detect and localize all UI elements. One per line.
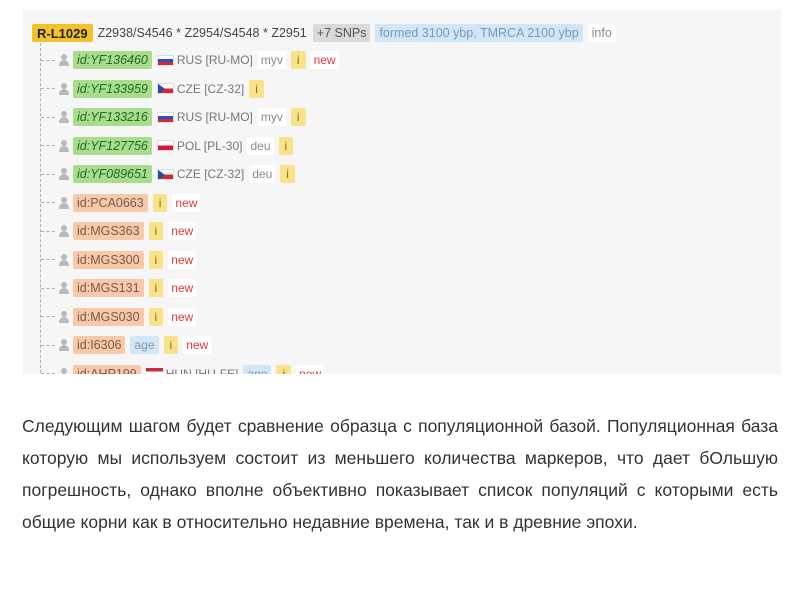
person-icon — [59, 139, 69, 152]
person-icon — [59, 82, 69, 95]
new-badge: new — [296, 364, 325, 374]
person-icon — [59, 54, 69, 66]
tree-branch — [41, 88, 55, 89]
age-badge[interactable]: age — [130, 336, 159, 354]
tree-branch — [41, 59, 55, 61]
sample-id[interactable]: id:YF133216 — [73, 108, 152, 126]
sample-row: id:YF127756 POL [PL-30] deu i — [41, 136, 298, 156]
flag-icon — [145, 368, 163, 374]
sample-row: id:I6306 age i new — [41, 335, 216, 355]
flag-icon — [156, 54, 174, 66]
language-tag: myv — [257, 51, 286, 69]
formed-badge: formed 3100 ybp, TMRCA 2100 ybp — [375, 24, 583, 42]
person-icon — [59, 253, 69, 266]
sample-id[interactable]: id:MGS300 — [73, 250, 144, 269]
sample-row: id:MGS030 i new — [41, 307, 201, 327]
new-badge: new — [168, 279, 197, 297]
new-badge: new — [168, 250, 197, 269]
person-icon — [59, 196, 69, 209]
flag-icon — [156, 168, 174, 180]
person-icon — [59, 367, 69, 374]
person-icon — [59, 339, 69, 351]
snp-list: Z2938/S4546 * Z2954/S4548 * Z2951 — [97, 26, 307, 40]
sample-id[interactable]: id:YF089651 — [73, 165, 152, 183]
root-node: R-L1029 Z2938/S4546 * Z2954/S4548 * Z295… — [32, 23, 621, 43]
sample-row: id:PCA0663 i new — [41, 193, 205, 213]
person-icon — [59, 168, 69, 180]
tree-branch — [41, 116, 55, 118]
country-code: RUS [RU-MO] — [176, 53, 253, 67]
tree-branch — [41, 173, 55, 175]
sample-row: id:AHP199 HUN [HU-FE] age i new — [41, 364, 329, 375]
country-code: CZE [CZ-32] — [176, 167, 245, 181]
tree-screenshot: R-L1029 Z2938/S4546 * Z2954/S4548 * Z295… — [23, 10, 781, 374]
sample-id[interactable]: id:I6306 — [73, 336, 126, 354]
sample-id[interactable]: id:YF127756 — [73, 136, 152, 155]
country-code: HUN [HU-FE] — [165, 366, 239, 375]
sample-row: id:YF133216 RUS [RU-MO] myv i — [41, 107, 311, 127]
flag-icon — [156, 140, 174, 151]
person-icon — [59, 111, 69, 123]
person-icon — [59, 310, 69, 323]
new-badge: new — [168, 222, 197, 240]
country-code: RUS [RU-MO] — [176, 110, 253, 124]
new-badge: new — [183, 336, 212, 354]
new-badge: new — [168, 307, 197, 326]
article-paragraph: Следующим шагом будет сравнение образца … — [22, 416, 778, 532]
haplogroup-label[interactable]: R-L1029 — [32, 24, 93, 42]
flag-icon — [156, 83, 174, 94]
sample-row: id:YF133959 CZE [CZ-32] i — [41, 79, 269, 99]
sample-row: id:MGS131 i new — [41, 278, 201, 298]
language-tag: deu — [247, 136, 274, 155]
new-badge: new — [172, 193, 201, 212]
tree-branch — [41, 373, 55, 374]
country-code: CZE [CZ-32] — [176, 81, 245, 96]
sample-row: id:MGS300 i new — [41, 250, 201, 270]
flag-icon — [156, 111, 174, 123]
info-button[interactable]: i — [148, 222, 164, 240]
info-button[interactable]: i — [249, 79, 264, 98]
sample-id[interactable]: id:MGS030 — [73, 307, 144, 326]
info-button[interactable]: i — [163, 336, 179, 354]
tree-branch — [41, 287, 55, 289]
sample-id[interactable]: id:MGS131 — [73, 279, 144, 297]
country-code: POL [PL-30] — [176, 138, 243, 153]
info-button[interactable]: i — [290, 108, 306, 126]
person-icon — [59, 225, 69, 237]
sample-id[interactable]: id:MGS363 — [73, 222, 144, 240]
info-button[interactable]: i — [290, 51, 306, 69]
snp-count-badge[interactable]: +7 SNPs — [312, 24, 371, 42]
info-button[interactable]: i — [148, 250, 164, 269]
info-button[interactable]: i — [148, 279, 164, 297]
sample-row: id:MGS363 i new — [41, 221, 201, 241]
tree-branch — [41, 316, 55, 317]
sample-row: id:YF089651 CZE [CZ-32] deu i — [41, 164, 300, 184]
info-button[interactable]: i — [280, 165, 295, 183]
sample-row: id:YF136460 RUS [RU-MO] myv i new — [41, 50, 344, 70]
info-button[interactable]: i — [278, 136, 294, 155]
info-button[interactable]: i — [152, 193, 168, 212]
tree-branch — [41, 145, 55, 146]
sample-id[interactable]: id:AHP199 — [73, 364, 141, 374]
info-button[interactable]: i — [276, 364, 292, 374]
new-badge: new — [310, 51, 339, 69]
sample-id[interactable]: id:YF136460 — [73, 51, 152, 69]
language-tag: deu — [249, 165, 276, 183]
tree-branch — [41, 344, 55, 346]
person-icon — [59, 282, 69, 294]
age-badge[interactable]: age — [243, 364, 272, 374]
sample-id[interactable]: id:YF133959 — [73, 79, 152, 98]
tree-branch — [41, 259, 55, 260]
info-link[interactable]: info — [587, 24, 616, 42]
info-button[interactable]: i — [148, 307, 164, 326]
sample-id[interactable]: id:PCA0663 — [73, 193, 148, 212]
language-tag: myv — [257, 108, 286, 126]
tree-branch — [41, 230, 55, 232]
tree-branch — [41, 202, 55, 203]
